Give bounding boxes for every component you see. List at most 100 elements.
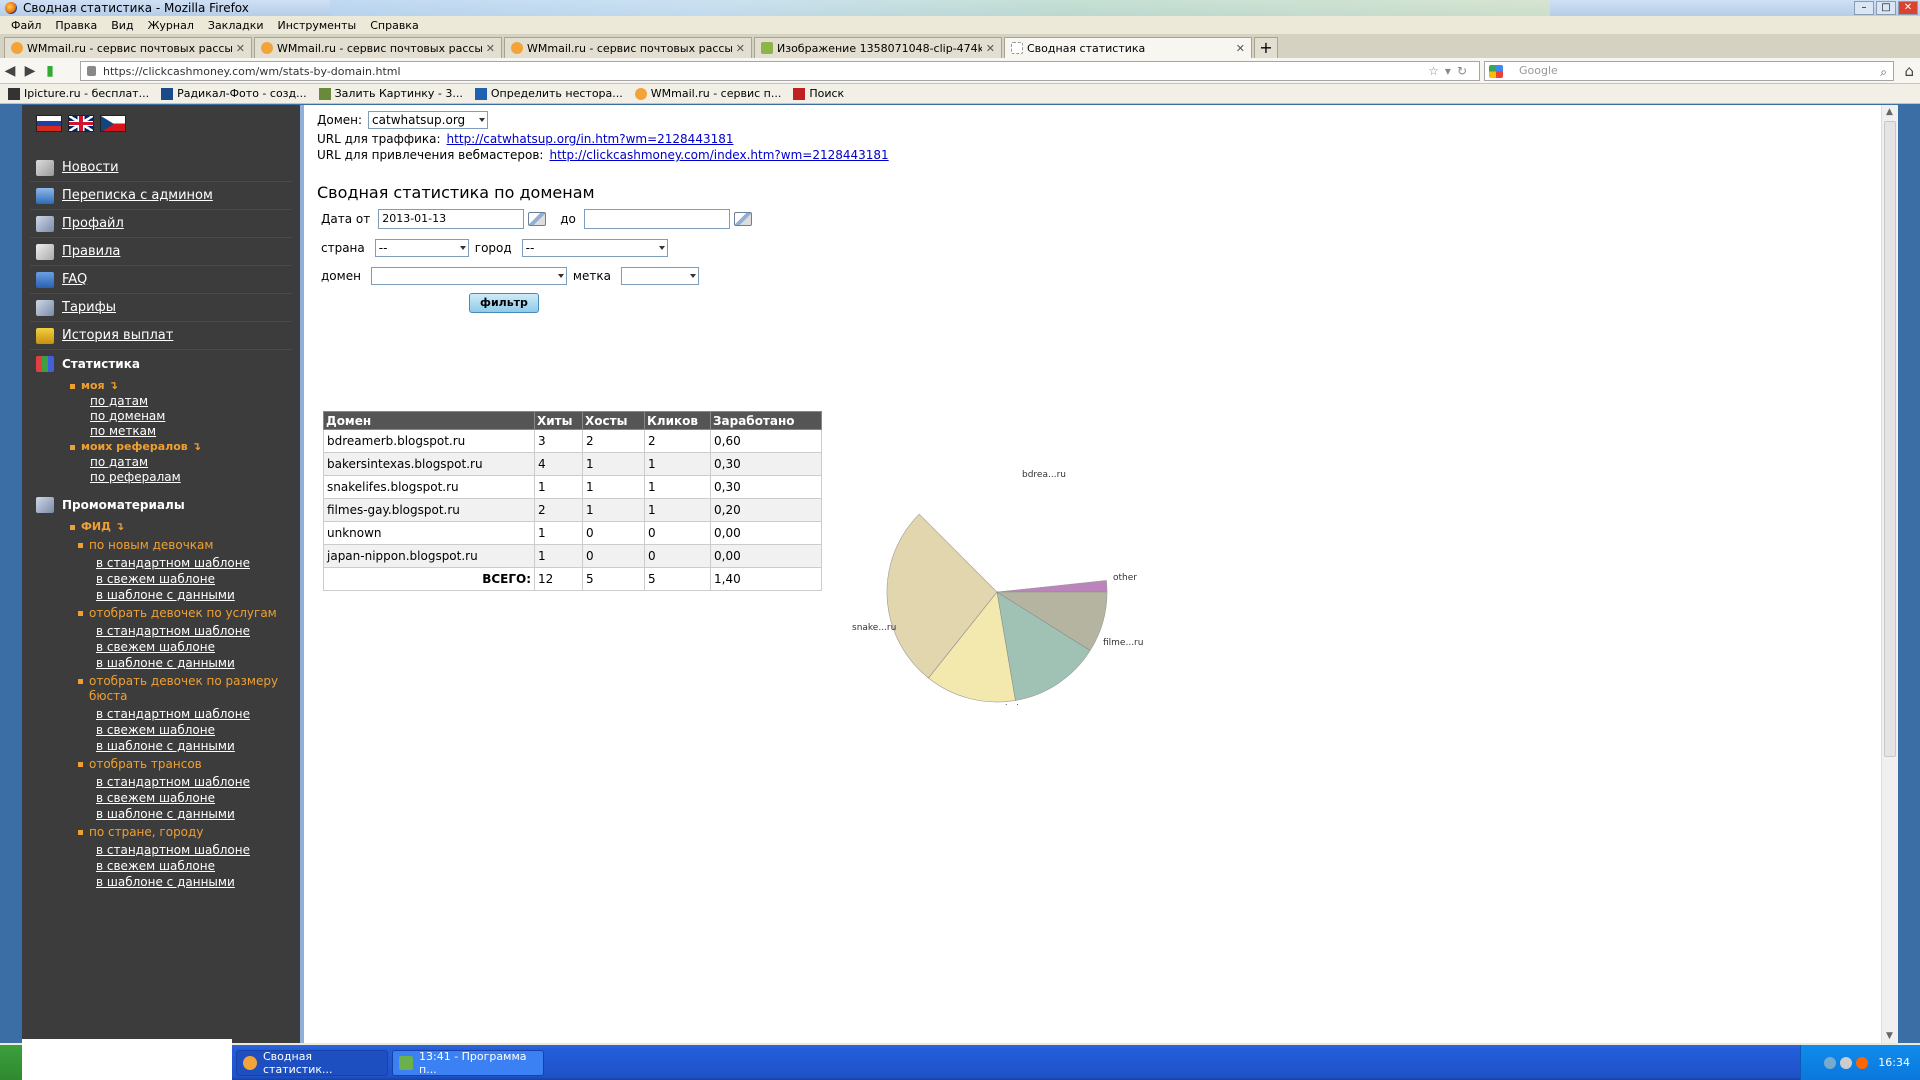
menu-tools[interactable]: Инструменты [278, 19, 357, 32]
stats-my-tags[interactable]: по меткам [70, 424, 300, 439]
menu-bookmarks[interactable]: Закладки [208, 19, 264, 32]
promo-template-link[interactable]: в стандартном шаблоне [96, 775, 250, 789]
menu-view[interactable]: Вид [111, 19, 133, 32]
country-select[interactable]: -- [374, 239, 469, 257]
column-header[interactable]: Хосты [582, 411, 645, 430]
sidebar-item-rules[interactable]: Правила [30, 238, 292, 266]
search-input[interactable]: Google ⌕ [1484, 61, 1894, 81]
promo-template-link-row[interactable]: в стандартном шаблоне [78, 706, 300, 722]
sidebar-item-messages[interactable]: Переписка с админом [30, 182, 292, 210]
russian-flag-icon[interactable] [36, 115, 62, 132]
promo-template-link[interactable]: в свежем шаблоне [96, 572, 215, 586]
tab-image[interactable]: Изображение 1358071048-clip-474kb.png ✕ [754, 37, 1002, 58]
promo-template-link[interactable]: в стандартном шаблоне [96, 624, 250, 638]
tab-wmmail-2[interactable]: WMmail.ru - сервис почтовых рассылок... … [254, 37, 502, 58]
sidebar-link[interactable]: Правила [62, 244, 120, 259]
promo-template-link-row[interactable]: в стандартном шаблоне [78, 555, 300, 571]
sidebar-link[interactable]: Новости [62, 160, 119, 175]
close-window-button[interactable]: ✕ [1898, 1, 1918, 15]
bookmark-wmmail[interactable]: WMmail.ru - сервис п... [634, 87, 781, 100]
close-tab-icon[interactable]: ✕ [236, 42, 245, 55]
sidebar-link[interactable]: Тарифы [62, 300, 116, 315]
tab-stats[interactable]: Сводная статистика ✕ [1004, 37, 1252, 58]
promo-group-header[interactable]: по стране, городу [78, 822, 300, 842]
date-to-input[interactable] [583, 209, 730, 229]
promo-template-link[interactable]: в стандартном шаблоне [96, 707, 250, 721]
sidebar-item-news[interactable]: Новости [30, 154, 292, 182]
column-header[interactable]: Домен [323, 411, 535, 430]
maximize-button[interactable]: □ [1876, 1, 1896, 15]
promo-template-link-row[interactable]: в шаблоне с данными [78, 874, 300, 890]
calendar-icon[interactable] [528, 212, 547, 226]
menu-help[interactable]: Справка [370, 19, 418, 32]
promo-template-link-row[interactable]: в свежем шаблоне [78, 790, 300, 806]
close-tab-icon[interactable]: ✕ [736, 42, 745, 55]
promo-template-link[interactable]: в шаблоне с данными [96, 588, 235, 602]
stats-my-domains[interactable]: по доменам [70, 409, 300, 424]
promo-template-link[interactable]: в свежем шаблоне [96, 723, 215, 737]
promo-template-link-row[interactable]: в свежем шаблоне [78, 571, 300, 587]
scroll-up-icon[interactable]: ▲ [1886, 107, 1893, 117]
bookmark-ip[interactable]: Определить нестора... [474, 87, 623, 100]
promo-group-header[interactable]: отобрать девочек по размеру бюста [78, 671, 300, 706]
promo-template-link-row[interactable]: в стандартном шаблоне [78, 774, 300, 790]
promo-template-link[interactable]: в стандартном шаблоне [96, 556, 250, 570]
filter-button[interactable]: фильтр [469, 293, 539, 313]
scroll-down-icon[interactable]: ▼ [1886, 1031, 1893, 1041]
stats-refs-header[interactable]: моих рефералов ↴ [70, 439, 300, 455]
scrollbar-thumb[interactable] [1884, 121, 1896, 757]
bookmark-upload[interactable]: Залить Картинку - 3... [318, 87, 463, 100]
sidebar-link[interactable]: Переписка с админом [62, 188, 213, 203]
sidebar-item-faq[interactable]: FAQ [30, 266, 292, 294]
sidebar-link[interactable]: Профайл [62, 216, 124, 231]
promo-group-header[interactable]: отобрать девочек по услугам [78, 603, 300, 623]
promo-template-link-row[interactable]: в свежем шаблоне [78, 858, 300, 874]
promo-template-link-row[interactable]: в свежем шаблоне [78, 639, 300, 655]
search-icon[interactable]: ⌕ [1880, 63, 1887, 81]
promo-template-link-row[interactable]: в шаблоне с данными [78, 806, 300, 822]
date-from-input[interactable]: 2013-01-13 [378, 209, 525, 229]
promo-template-link-row[interactable]: в шаблоне с данными [78, 655, 300, 671]
promo-template-link-row[interactable]: в стандартном шаблоне [78, 623, 300, 639]
city-select[interactable]: -- [521, 239, 668, 257]
promo-template-link[interactable]: в стандартном шаблоне [96, 843, 250, 857]
submenu-link[interactable]: по датам [90, 394, 148, 408]
calendar-icon[interactable] [733, 212, 752, 226]
submenu-link[interactable]: по рефералам [90, 470, 181, 484]
close-tab-icon[interactable]: ✕ [986, 42, 995, 55]
promo-template-link-row[interactable]: в стандартном шаблоне [78, 842, 300, 858]
menu-history[interactable]: Журнал [148, 19, 194, 32]
tab-wmmail-3[interactable]: WMmail.ru - сервис почтовых рассылок... … [504, 37, 752, 58]
url-bar[interactable]: https://clickcashmoney.com/wm/stats-by-d… [80, 61, 1480, 81]
domain-filter-select[interactable] [370, 267, 567, 285]
promo-template-link[interactable]: в шаблоне с данными [96, 807, 235, 821]
promo-template-link-row[interactable]: в шаблоне с данными [78, 587, 300, 603]
taskbar-program[interactable]: 13:41 - Программа п... [392, 1049, 544, 1076]
column-header[interactable]: Хиты [534, 411, 583, 430]
close-tab-icon[interactable]: ✕ [1236, 42, 1245, 55]
promo-group-header[interactable]: отобрать трансов [78, 754, 300, 774]
app-tray-icon[interactable] [1856, 1056, 1869, 1069]
submenu-link[interactable]: по датам [90, 455, 148, 469]
column-header[interactable]: Кликов [644, 411, 711, 430]
minimize-button[interactable]: – [1854, 1, 1874, 15]
english-flag-icon[interactable] [68, 115, 94, 132]
close-tab-icon[interactable]: ✕ [486, 42, 495, 55]
taskbar-firefox[interactable]: Сводная статистик... [236, 1049, 388, 1076]
czech-flag-icon[interactable] [100, 115, 126, 132]
promo-template-link[interactable]: в шаблоне с данными [96, 656, 235, 670]
menu-edit[interactable]: Правка [55, 19, 97, 32]
network-icon[interactable] [1824, 1056, 1837, 1069]
back-icon[interactable]: ◀ [0, 63, 20, 79]
stats-my-header[interactable]: моя ↴ [70, 378, 300, 394]
promo-template-link[interactable]: в свежем шаблоне [96, 791, 215, 805]
promo-template-link-row[interactable]: в свежем шаблоне [78, 722, 300, 738]
new-tab-button[interactable]: + [1254, 37, 1278, 58]
bookmark-ipicture[interactable]: Ipicture.ru - бесплат... [8, 87, 149, 100]
stats-refs-referrals[interactable]: по рефералам [70, 470, 300, 485]
promo-template-link[interactable]: в свежем шаблоне [96, 640, 215, 654]
stats-refs-dates[interactable]: по датам [70, 455, 300, 470]
column-header[interactable]: Заработано [710, 411, 822, 430]
bookmark-radikal[interactable]: Радикал-Фото - созд... [161, 87, 307, 100]
google-icon[interactable] [1489, 65, 1503, 78]
